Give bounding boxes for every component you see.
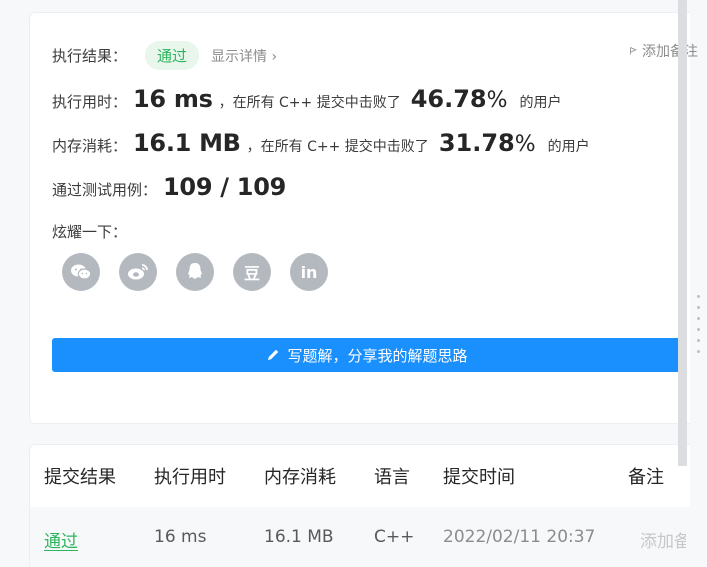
- wechat-icon[interactable]: [62, 253, 100, 291]
- table-row[interactable]: 通过 16 ms 16.1 MB C++ 2022/02/11 20:37 添加…: [30, 507, 690, 567]
- header-submit-time: 提交时间: [443, 467, 515, 488]
- show-details-link[interactable]: 显示详情 ›: [211, 46, 277, 66]
- memory-label: 内存消耗：: [52, 137, 128, 155]
- weibo-icon[interactable]: [119, 253, 157, 291]
- douban-glyph: 豆: [243, 264, 260, 283]
- add-note-label: 添加备注: [642, 44, 698, 60]
- runtime-suffix: 的用户: [519, 95, 562, 111]
- result-row: 执行结果： 通过 显示详情 ›: [52, 41, 277, 70]
- runtime-text: ，在所有 C++ 提交中击败了: [218, 95, 401, 111]
- result-label: 执行结果：: [52, 47, 128, 65]
- memory-row: 内存消耗： 16.1 MB ，在所有 C++ 提交中击败了 31.78 % 的用…: [52, 129, 590, 157]
- row-language: C++: [374, 527, 415, 547]
- row-memory: 16.1 MB: [264, 527, 334, 547]
- runtime-percent: 46.78: [410, 85, 487, 113]
- panel-resize-handle[interactable]: [697, 295, 700, 353]
- testcases-value: 109 / 109: [163, 173, 286, 201]
- write-solution-label: 写题解，分享我的解题思路: [287, 346, 468, 365]
- header-result: 提交结果: [44, 467, 116, 488]
- pencil-icon: [268, 349, 279, 360]
- testcases-label: 通过测试用例：: [52, 181, 158, 199]
- runtime-row: 执行用时： 16 ms ，在所有 C++ 提交中击败了 46.78 % 的用户: [52, 85, 562, 113]
- row-runtime: 16 ms: [154, 527, 207, 547]
- memory-value: 16.1 MB: [133, 129, 241, 157]
- write-solution-button[interactable]: 写题解，分享我的解题思路: [52, 338, 682, 372]
- testcases-row: 通过测试用例： 109 / 109: [52, 173, 286, 201]
- row-submit-time: 2022/02/11 20:37: [443, 527, 596, 547]
- scrollbar[interactable]: [678, 0, 687, 466]
- douban-icon[interactable]: 豆: [233, 253, 271, 291]
- header-runtime: 执行用时: [154, 467, 226, 488]
- share-row: 炫耀一下：: [52, 221, 127, 242]
- status-badge: 通过: [145, 41, 200, 70]
- header-language: 语言: [374, 467, 410, 488]
- flag-icon: [630, 47, 637, 55]
- submissions-table: 提交结果 执行用时 内存消耗 语言 提交时间 备注 通过 16 ms 16.1 …: [29, 444, 690, 567]
- qq-icon[interactable]: [176, 253, 214, 291]
- add-note-button[interactable]: 添加备注: [630, 41, 698, 61]
- runtime-label: 执行用时：: [52, 93, 128, 111]
- result-card: 执行结果： 通过 显示详情 › 添加备注 执行用时： 16 ms ，在所有 C+…: [29, 12, 698, 424]
- row-add-note-label: 添加备注: [640, 532, 686, 552]
- memory-percent-sign: %: [514, 132, 536, 157]
- row-add-note-button[interactable]: 添加备注: [634, 527, 686, 552]
- runtime-percent-sign: %: [486, 88, 508, 113]
- memory-text: ，在所有 C++ 提交中击败了: [246, 139, 429, 155]
- linkedin-glyph: in: [300, 262, 318, 282]
- share-label: 炫耀一下：: [52, 223, 128, 241]
- chevron-right-icon: ›: [271, 48, 278, 65]
- show-details-label: 显示详情: [211, 48, 268, 65]
- memory-suffix: 的用户: [547, 139, 590, 155]
- header-memory: 内存消耗: [264, 467, 336, 488]
- row-result[interactable]: 通过: [44, 527, 78, 552]
- header-note: 备注: [628, 467, 664, 488]
- runtime-value: 16 ms: [133, 85, 213, 113]
- linkedin-icon[interactable]: in: [290, 253, 328, 291]
- memory-percent: 31.78: [438, 129, 515, 157]
- share-icons: 豆 in: [62, 253, 328, 291]
